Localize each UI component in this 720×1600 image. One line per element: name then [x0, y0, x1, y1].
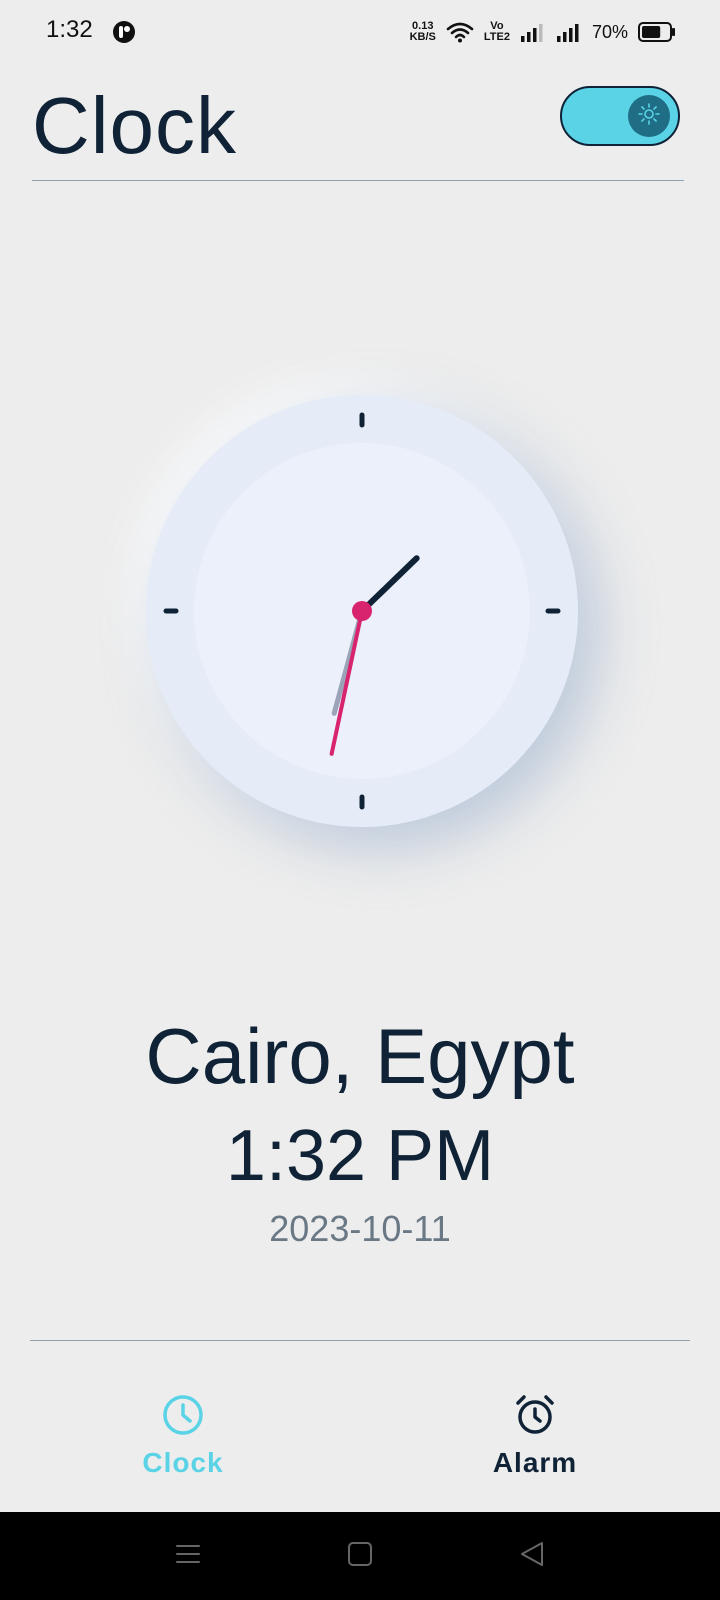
clock-center-pin: [352, 601, 372, 621]
volte-icon: Vo LTE2: [484, 21, 510, 43]
net-speed: 0.13 KB/S: [410, 21, 436, 43]
header-divider: [32, 180, 684, 181]
wifi-icon: [446, 21, 474, 43]
back-button[interactable]: [518, 1540, 546, 1573]
status-time: 1:32: [46, 16, 93, 43]
home-button[interactable]: [346, 1540, 374, 1573]
nav-tab-alarm[interactable]: Alarm: [435, 1394, 635, 1494]
system-nav-bar: [0, 1512, 720, 1600]
analog-clock: [146, 395, 578, 827]
signal-icon: [520, 22, 546, 42]
app-notification-icon: [112, 20, 136, 44]
sun-icon: [637, 102, 661, 131]
battery-icon: [638, 22, 676, 42]
volte-bottom: LTE2: [483, 31, 510, 43]
app-header: Clock: [0, 64, 720, 184]
bottom-nav: Clock Alarm: [0, 1360, 720, 1510]
page-title: Clock: [32, 81, 238, 170]
alarm-icon: [514, 1394, 556, 1441]
date-label: 2023-10-11: [269, 1208, 451, 1249]
signal-icon: [556, 22, 582, 42]
bottom-nav-divider: [30, 1340, 690, 1341]
status-icons: 0.13 KB/S Vo LTE2 70%: [410, 18, 676, 46]
nav-tab-alarm-label: Alarm: [492, 1447, 578, 1478]
digital-time: 1:32 PM: [225, 1116, 495, 1196]
status-bar: 1:32 0.13 KB/S Vo LTE2 70%: [0, 0, 720, 64]
theme-toggle[interactable]: [560, 86, 680, 146]
nav-tab-clock-label: Clock: [142, 1447, 224, 1478]
recent-apps-button[interactable]: [174, 1540, 202, 1573]
net-speed-unit: KB/S: [409, 31, 436, 43]
battery-percent: 70%: [591, 21, 628, 42]
toggle-knob: [628, 95, 670, 137]
city-label: Cairo, Egypt: [145, 1012, 575, 1100]
nav-tab-clock[interactable]: Clock: [83, 1394, 283, 1494]
clock-icon: [162, 1394, 204, 1441]
moon-icon: [582, 103, 608, 134]
